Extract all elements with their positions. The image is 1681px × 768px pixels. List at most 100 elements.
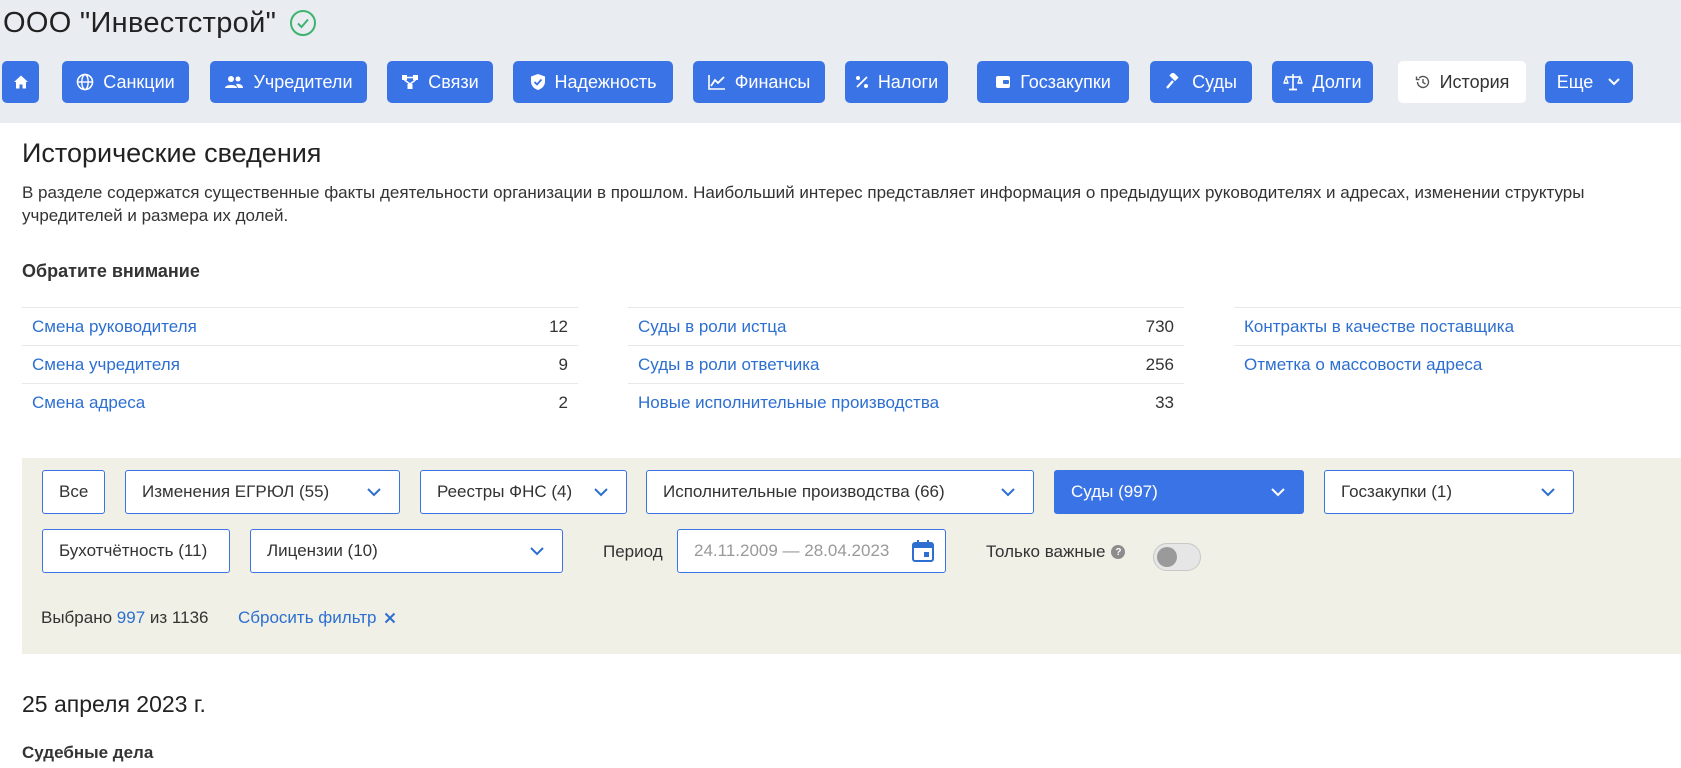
attention-row[interactable]: Суды в роли ответчика 256 — [628, 345, 1184, 383]
nav-label: Долги — [1312, 71, 1362, 92]
attention-row[interactable]: Отметка о массовости адреса — [1234, 345, 1681, 383]
attention-count: 33 — [1155, 393, 1174, 412]
calendar-icon[interactable] — [911, 539, 935, 563]
shield-check-icon — [530, 74, 545, 90]
attention-link[interactable]: Смена руководителя — [32, 317, 197, 337]
attention-row[interactable]: Новые исполнительные производства 33 — [628, 383, 1184, 421]
attention-title: Обратите внимание — [22, 261, 200, 281]
nav-label: Суды — [1192, 71, 1237, 92]
nav-debts[interactable]: Долги — [1272, 61, 1373, 103]
filter-fns-dropdown[interactable]: Реестры ФНС (4) — [420, 470, 627, 514]
attention-link[interactable]: Суды в роли истца — [638, 317, 786, 337]
section-title: Исторические сведения — [22, 138, 322, 168]
period-input[interactable]: 24.11.2009 — 28.04.2023 — [677, 529, 946, 573]
filter-label: Бухотчётность (11) — [59, 541, 208, 560]
filter-accounting-button[interactable]: Бухотчётность (11) — [42, 529, 230, 573]
nav-label: История — [1439, 71, 1510, 92]
filter-licenses-dropdown[interactable]: Лицензии (10) — [250, 529, 563, 573]
wallet-icon — [996, 76, 1011, 88]
nav-label: Санкции — [103, 71, 175, 92]
nav-history[interactable]: История — [1398, 61, 1526, 103]
filter-panel: Все Изменения ЕГРЮЛ (55) Реестры ФНС (4)… — [22, 458, 1681, 654]
toggle-knob — [1157, 547, 1177, 567]
attention-link[interactable]: Смена адреса — [32, 393, 145, 413]
nav-founders[interactable]: Учредители — [210, 61, 367, 103]
nav-label: Госзакупки — [1020, 71, 1111, 92]
chevron-down-icon — [1001, 488, 1015, 497]
attention-link[interactable]: Отметка о массовости адреса — [1244, 355, 1482, 375]
filter-procurement-dropdown[interactable]: Госзакупки (1) — [1324, 470, 1574, 514]
history-icon — [1415, 75, 1429, 89]
attention-link[interactable]: Контракты в качестве поставщика — [1244, 317, 1514, 337]
gavel-icon — [1166, 73, 1179, 89]
attention-row[interactable]: Суды в роли истца 730 — [628, 307, 1184, 345]
company-name: ООО "Инвестстрой" — [3, 6, 277, 39]
chevron-down-icon — [1608, 78, 1621, 86]
help-icon[interactable]: ? — [1111, 545, 1126, 559]
attention-link[interactable]: Новые исполнительные производства — [638, 393, 939, 413]
attention-row[interactable]: Смена руководителя 12 — [22, 307, 578, 345]
page-header: ООО "Инвестстрой" Санкции Учредители Свя… — [0, 0, 1681, 123]
attention-count: 12 — [549, 317, 568, 336]
filter-egrul-dropdown[interactable]: Изменения ЕГРЮЛ (55) — [125, 470, 400, 514]
nav-finance[interactable]: Финансы — [693, 61, 825, 103]
filter-all-button[interactable]: Все — [42, 470, 105, 514]
company-title: ООО "Инвестстрой" — [3, 3, 317, 43]
nav-more[interactable]: Еще — [1545, 61, 1633, 103]
filter-label: Госзакупки (1) — [1341, 482, 1453, 501]
attention-column: Контракты в качестве поставщика Отметка … — [1234, 307, 1681, 383]
attention-column: Смена руководителя 12 Смена учредителя 9… — [22, 307, 578, 421]
filter-label: Все — [59, 482, 89, 501]
important-only: Только важные ? — [986, 542, 1126, 562]
nav-sanctions[interactable]: Санкции — [62, 61, 189, 103]
nav-courts[interactable]: Суды — [1150, 61, 1252, 103]
attention-row[interactable]: Смена учредителя 9 — [22, 345, 578, 383]
attention-link[interactable]: Суды в роли ответчика — [638, 355, 820, 375]
filter-courts-dropdown[interactable]: Суды (997) — [1054, 470, 1304, 514]
nav-label: Связи — [428, 71, 479, 92]
reset-filter-link[interactable]: Сбросить фильтр — [238, 608, 396, 628]
nav-label: Финансы — [734, 71, 811, 92]
nav-reliability[interactable]: Надежность — [513, 61, 673, 103]
nav-taxes[interactable]: Налоги — [845, 61, 948, 103]
check-circle-icon — [290, 10, 317, 36]
chevron-down-icon — [1541, 488, 1555, 497]
filter-exec-dropdown[interactable]: Исполнительные производства (66) — [646, 470, 1034, 514]
chevron-down-icon — [1271, 488, 1285, 497]
important-label: Только важные — [986, 542, 1106, 561]
attention-column: Суды в роли истца 730 Суды в роли ответч… — [628, 307, 1184, 421]
attention-count: 730 — [1145, 317, 1174, 336]
users-icon — [225, 76, 244, 88]
nav-label: Налоги — [877, 71, 939, 92]
filter-label: Изменения ЕГРЮЛ (55) — [142, 482, 330, 501]
nav-label: Учредители — [253, 71, 353, 92]
filter-label: Лицензии (10) — [267, 541, 378, 560]
important-toggle[interactable] — [1153, 543, 1201, 571]
selected-total: 1136 — [171, 608, 209, 627]
chevron-down-icon — [594, 488, 608, 497]
timeline-date: 25 апреля 2023 г. — [22, 691, 206, 717]
close-icon — [385, 612, 396, 624]
attention-count: 9 — [558, 355, 568, 374]
selected-count: Выбрано 997 из 1136 — [41, 608, 208, 628]
selected-prefix: Выбрано — [41, 608, 113, 627]
nav-home[interactable] — [2, 61, 39, 103]
timeline-group-title: Судебные дела — [22, 743, 154, 762]
nav-links[interactable]: Связи — [387, 61, 493, 103]
nav-label: Надежность — [554, 71, 657, 92]
nav-procurement[interactable]: Госзакупки — [977, 61, 1129, 103]
section-description: В разделе содержатся существенные факты … — [22, 181, 1681, 227]
period-placeholder: 24.11.2009 — 28.04.2023 — [694, 541, 890, 560]
attention-count: 2 — [558, 393, 568, 412]
period-label: Период — [603, 542, 663, 561]
nav-label: Еще — [1556, 71, 1594, 92]
filter-label: Исполнительные производства (66) — [663, 482, 945, 501]
attention-link[interactable]: Смена учредителя — [32, 355, 180, 375]
network-icon — [402, 75, 419, 89]
attention-row[interactable]: Контракты в качестве поставщика — [1234, 307, 1681, 345]
home-icon — [13, 75, 28, 89]
filter-label: Суды (997) — [1071, 482, 1158, 501]
attention-row[interactable]: Смена адреса 2 — [22, 383, 578, 421]
chevron-down-icon — [367, 488, 381, 497]
chevron-down-icon — [530, 547, 544, 556]
